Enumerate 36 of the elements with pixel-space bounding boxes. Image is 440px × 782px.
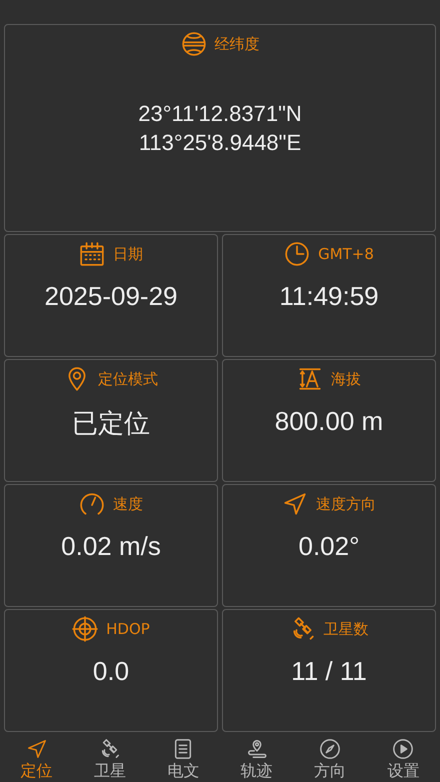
clock-icon [284, 241, 310, 267]
card-label: 卫星数 [324, 620, 368, 638]
coordinate-value: 23°11'12.8371"N [138, 100, 302, 128]
card-value: 800.00 m [274, 406, 384, 437]
calendar-icon [79, 241, 105, 267]
card-value: 2025-09-29 [44, 281, 178, 312]
card-value: 已定位 [72, 407, 150, 440]
nav-tab[interactable]: 方向 [293, 734, 367, 782]
card-label: 速度方向 [316, 494, 376, 514]
card-label: 速度 [113, 494, 143, 514]
card-value: 11:49:59 [279, 281, 379, 312]
nav-tab[interactable]: 设置 [366, 734, 440, 782]
coordinate-value: 113°25'8.9448"E [138, 129, 302, 157]
card-value: 0.02 m/s [61, 531, 161, 562]
card-label: 海拔 [331, 370, 361, 388]
navigation-arrow-icon [26, 738, 48, 760]
nav-tab[interactable]: 卫星 [73, 734, 147, 782]
track-pin-icon [246, 738, 268, 760]
card-label: HDOP [106, 620, 150, 638]
navigation-arrow-icon [282, 491, 308, 517]
crosshair-icon [72, 616, 98, 642]
nav-tab[interactable]: 电文 [146, 734, 220, 782]
nav-tab[interactable]: 定位 [0, 734, 74, 782]
card-value: 0.02° [298, 531, 360, 562]
play-icon [392, 738, 414, 760]
card-value: 0.0 [92, 656, 130, 687]
nav-tab[interactable]: 轨迹 [220, 734, 294, 782]
speedometer-icon [79, 491, 105, 517]
card-label: 定位模式 [98, 370, 158, 388]
altitude-icon [297, 366, 323, 392]
card-label: 日期 [113, 244, 143, 264]
card-label: GMT+8 [318, 245, 374, 263]
globe-icon [180, 31, 206, 57]
card-label: 经纬度 [214, 34, 260, 54]
card-value: 11 / 11 [291, 656, 367, 687]
compass-icon [318, 738, 341, 760]
